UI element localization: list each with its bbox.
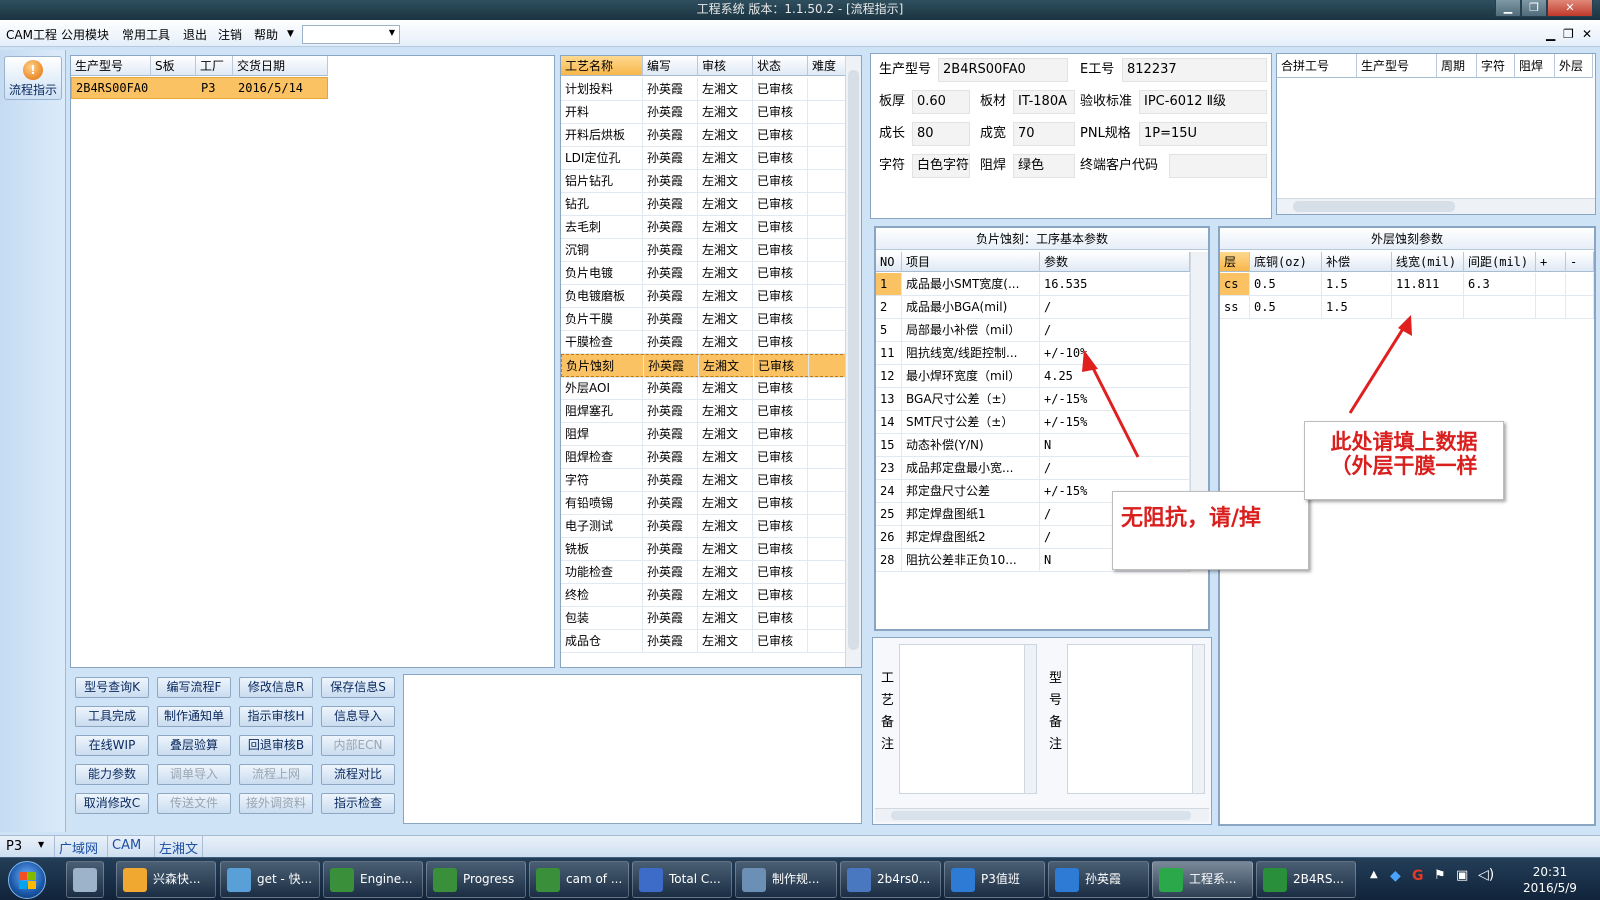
status-dept: CAM <box>107 836 145 857</box>
status-bar: P3 ▼ 广域网 CAM 左湘文 <box>0 835 1600 857</box>
taskbar-item[interactable]: Engine... <box>323 861 423 898</box>
chevron-down-icon[interactable]: ▼ <box>38 840 44 849</box>
app-icon <box>123 868 147 892</box>
taskbar-item[interactable]: get - 快... <box>220 861 320 898</box>
taskbar-item-label: Progress <box>463 872 515 886</box>
taskbar-item-label: 制作规... <box>772 872 820 886</box>
taskbar-item[interactable]: cam of ... <box>529 861 629 898</box>
tray-volume-icon[interactable]: ◁) <box>1478 867 1494 883</box>
start-button[interactable] <box>8 861 46 899</box>
taskbar-item-label: 2b4rs0... <box>877 872 931 886</box>
taskbar-item-label: 兴森快... <box>153 872 201 886</box>
app-icon <box>847 868 871 892</box>
taskbar-item-label: 孙英霞 <box>1085 872 1122 886</box>
taskbar-item[interactable]: Progress <box>426 861 526 898</box>
tray-antivirus-icon[interactable]: G <box>1412 868 1424 884</box>
tray-clock[interactable]: 20:31 2016/5/9 <box>1510 864 1590 896</box>
app-icon <box>1263 868 1287 892</box>
tray-flag-icon[interactable]: ⚑ <box>1434 868 1446 883</box>
taskbar-item-label: 工程系... <box>1189 872 1237 886</box>
app-icon <box>433 868 457 892</box>
tray-network-icon[interactable]: ▣ <box>1456 868 1468 883</box>
taskbar-item-label: Total C... <box>669 872 721 886</box>
taskbar-item[interactable]: 2b4rs0... <box>840 861 941 898</box>
taskbar-item-label: Engine... <box>360 872 413 886</box>
taskbar-item[interactable]: 工程系... <box>1152 861 1253 898</box>
app-icon <box>1055 868 1079 892</box>
taskbar-item-label: get - 快... <box>257 872 313 886</box>
taskbar-item[interactable]: 制作规... <box>735 861 837 898</box>
factory-selector[interactable]: P3 <box>6 839 22 854</box>
calculator-icon <box>73 868 97 892</box>
callout-fill-data: 此处请填上数据 （外层干膜一样 <box>1304 421 1504 500</box>
app-icon <box>330 868 354 892</box>
status-network: 广域网 <box>54 836 102 857</box>
app-icon <box>951 868 975 892</box>
taskbar-item-label: cam of ... <box>566 872 623 886</box>
taskbar-item-label: P3值班 <box>981 872 1020 886</box>
app-icon <box>1159 868 1183 892</box>
arrow-1 <box>1088 361 1140 458</box>
app-icon <box>536 868 560 892</box>
taskbar-item[interactable]: Total C... <box>632 861 732 898</box>
app-icon <box>742 868 766 892</box>
taskbar-calculator[interactable] <box>66 861 104 898</box>
app-icon <box>227 868 251 892</box>
tray-expand-icon[interactable]: ▲ <box>1370 869 1378 880</box>
tray-app-icon[interactable]: ◆ <box>1390 868 1401 884</box>
status-user: 左湘文 <box>154 836 204 857</box>
app-icon <box>639 868 663 892</box>
taskbar-item[interactable]: 孙英霞 <box>1048 861 1149 898</box>
taskbar-item[interactable]: P3值班 <box>944 861 1045 898</box>
taskbar: 兴森快... get - 快... Engine... Progress cam of … <box>0 857 1600 900</box>
callout-no-impedance: 无阻抗，请/掉 <box>1112 491 1309 570</box>
taskbar-item[interactable]: 兴森快... <box>116 861 216 898</box>
taskbar-item-label: 2B4RS... <box>1293 872 1344 886</box>
arrow-1-head <box>1082 350 1098 372</box>
taskbar-item[interactable]: 2B4RS... <box>1256 861 1356 898</box>
arrow-2 <box>1348 323 1408 414</box>
